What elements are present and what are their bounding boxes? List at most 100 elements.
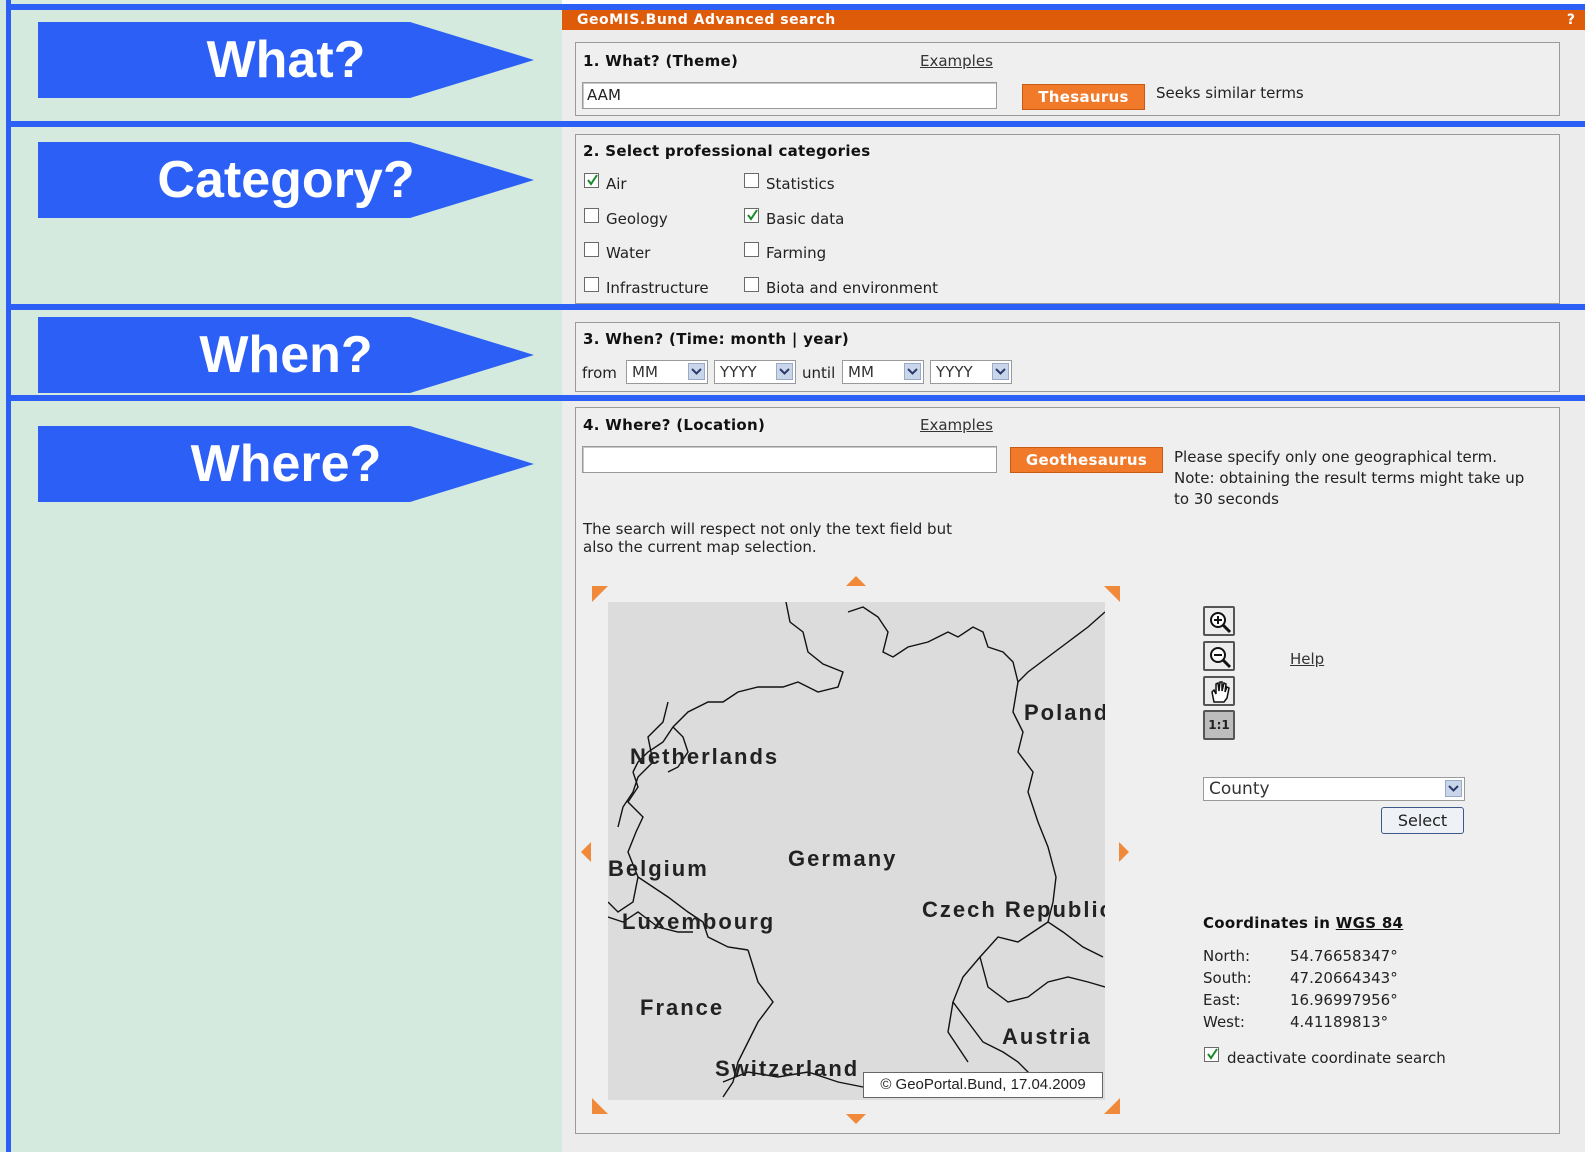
- category-arrow-label: Category?: [38, 142, 534, 218]
- geothesaurus-button[interactable]: Geothesaurus: [1010, 447, 1163, 473]
- zoom-in-icon: [1210, 612, 1232, 634]
- where-arrow-label: Where?: [38, 426, 534, 502]
- map-label-france: France: [640, 995, 725, 1020]
- coord-east-value: 16.96997956°: [1290, 991, 1398, 1009]
- chevron-down-icon: [904, 363, 921, 380]
- panel-titlebar: GeoMIS.Bund Advanced search ?: [562, 10, 1585, 30]
- what-examples-link[interactable]: Examples: [920, 52, 993, 70]
- pan-northeast-icon[interactable]: [1104, 586, 1122, 604]
- region-type-select[interactable]: County: [1203, 777, 1465, 801]
- checkmark-icon: [1207, 1048, 1218, 1060]
- panel-title: GeoMIS.Bund Advanced search: [577, 12, 836, 28]
- category-checkbox-basic-data[interactable]: [744, 208, 759, 223]
- when-label: When?: [199, 326, 373, 384]
- map-help-link[interactable]: Help: [1290, 650, 1324, 668]
- where-examples-link[interactable]: Examples: [920, 416, 993, 434]
- category-checkbox-statistics[interactable]: [744, 173, 759, 188]
- category-checkbox-water[interactable]: [584, 242, 599, 257]
- until-year-value: YYYY: [936, 363, 973, 381]
- section-divider: [6, 121, 1585, 127]
- category-label-air: Air: [606, 175, 627, 193]
- thesaurus-button[interactable]: Thesaurus: [1022, 84, 1145, 110]
- until-year-select[interactable]: YYYY: [930, 360, 1012, 384]
- coord-west-value: 4.41189813°: [1290, 1013, 1389, 1031]
- help-question-button[interactable]: ?: [1567, 10, 1575, 30]
- from-label: from: [582, 364, 617, 382]
- chevron-down-icon: [1445, 780, 1462, 797]
- categories-heading: 2. Select professional categories: [583, 142, 871, 160]
- coord-north-value: 54.76658347°: [1290, 947, 1398, 965]
- map-copyright: © GeoPortal.Bund, 17.04.2009: [863, 1072, 1103, 1098]
- map-label-poland: Poland: [1024, 700, 1105, 725]
- map-label-austria: Austria: [1002, 1024, 1092, 1049]
- from-year-select[interactable]: YYYY: [714, 360, 796, 384]
- category-label-statistics: Statistics: [766, 175, 835, 193]
- coordinates-heading: Coordinates in WGS 84: [1203, 914, 1403, 932]
- map-canvas[interactable]: Netherlands Poland Belgium Germany Luxem…: [608, 602, 1105, 1100]
- pan-north-icon[interactable]: [846, 576, 866, 588]
- location-input[interactable]: [582, 446, 997, 473]
- category-checkbox-geology[interactable]: [584, 208, 599, 223]
- category-checkbox-air[interactable]: [584, 173, 599, 188]
- from-month-select[interactable]: MM: [626, 360, 708, 384]
- theme-input[interactable]: AAM: [582, 82, 997, 109]
- what-label: What?: [206, 31, 366, 89]
- category-label-water: Water: [606, 244, 651, 262]
- geothesaurus-hint-3: to 30 seconds: [1174, 490, 1279, 508]
- category-label-biota: Biota and environment: [766, 279, 938, 297]
- until-label: until: [802, 364, 836, 382]
- deactivate-coordinates-label: deactivate coordinate search: [1227, 1049, 1446, 1067]
- category-checkbox-farming[interactable]: [744, 242, 759, 257]
- category-checkbox-infrastructure[interactable]: [584, 277, 599, 292]
- where-heading: 4. Where? (Location): [583, 416, 766, 434]
- pan-southwest-icon[interactable]: [592, 1098, 610, 1116]
- until-month-select[interactable]: MM: [842, 360, 924, 384]
- checkmark-icon: [747, 209, 758, 221]
- map-label-switzerland: Switzerland: [715, 1056, 860, 1081]
- what-arrow-label: What?: [38, 22, 534, 98]
- pan-west-icon[interactable]: [581, 842, 593, 862]
- coord-east-key: East:: [1203, 991, 1241, 1009]
- coord-south-value: 47.20664343°: [1290, 969, 1398, 987]
- wgs84-link[interactable]: WGS 84: [1336, 914, 1404, 932]
- pan-northwest-icon[interactable]: [592, 586, 610, 604]
- category-label-geology: Geology: [606, 210, 668, 228]
- map-label-czech-republic: Czech Republic: [922, 897, 1105, 922]
- checkmark-icon: [587, 174, 598, 186]
- where-label: Where?: [190, 435, 382, 493]
- zoom-out-icon: [1210, 647, 1232, 669]
- from-month-value: MM: [632, 363, 658, 381]
- left-border: [6, 0, 11, 1152]
- section-divider: [6, 395, 1585, 401]
- reset-scale-button[interactable]: 1:1: [1203, 710, 1235, 740]
- map-label-germany: Germany: [788, 846, 898, 871]
- coordinates-heading-prefix: Coordinates in: [1203, 914, 1336, 932]
- what-heading: 1. What? (Theme): [583, 52, 739, 70]
- chevron-down-icon: [992, 363, 1009, 380]
- pan-hand-icon: [1211, 681, 1230, 703]
- coord-west-key: West:: [1203, 1013, 1245, 1031]
- pan-southeast-icon[interactable]: [1104, 1098, 1122, 1116]
- zoom-out-button[interactable]: [1203, 641, 1235, 671]
- category-label-farming: Farming: [766, 244, 827, 262]
- map-label-belgium: Belgium: [608, 856, 709, 881]
- geothesaurus-hint-2: Note: obtaining the result terms might t…: [1174, 469, 1525, 487]
- map-label-netherlands: Netherlands: [630, 744, 780, 769]
- region-select-button[interactable]: Select: [1381, 807, 1464, 834]
- chevron-down-icon: [776, 363, 793, 380]
- thesaurus-hint: Seeks similar terms: [1156, 84, 1304, 102]
- pan-south-icon[interactable]: [846, 1114, 866, 1126]
- pan-east-icon[interactable]: [1119, 842, 1131, 862]
- until-month-value: MM: [848, 363, 874, 381]
- category-label-infrastructure: Infrastructure: [606, 279, 709, 297]
- zoom-in-button[interactable]: [1203, 606, 1235, 636]
- region-type-value: County: [1209, 779, 1270, 799]
- pan-button[interactable]: [1203, 676, 1235, 706]
- deactivate-coordinates-checkbox[interactable]: [1204, 1047, 1219, 1062]
- from-year-value: YYYY: [720, 363, 757, 381]
- category-label: Category?: [157, 151, 415, 209]
- coord-south-key: South:: [1203, 969, 1252, 987]
- category-checkbox-biota[interactable]: [744, 277, 759, 292]
- chevron-down-icon: [688, 363, 705, 380]
- map-note-1: The search will respect not only the tex…: [583, 520, 952, 538]
